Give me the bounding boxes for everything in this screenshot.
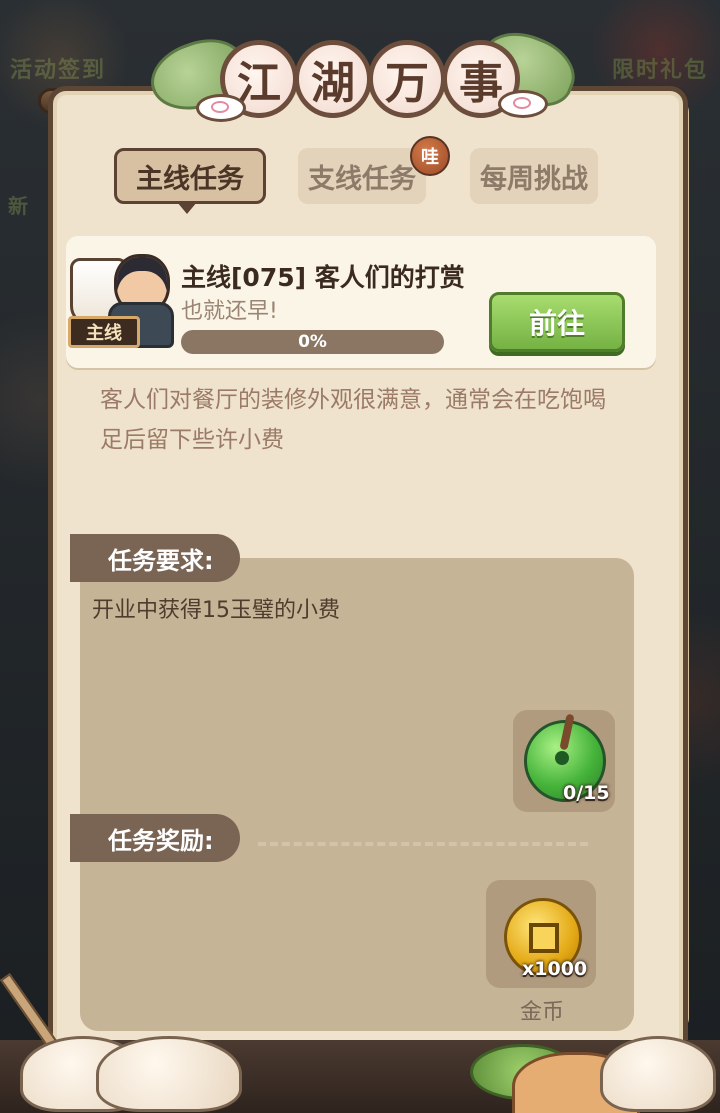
title-char-2: 湖 bbox=[294, 40, 372, 118]
tab-side-quest[interactable]: 支线任务 bbox=[298, 148, 426, 204]
quest-description: 客人们对餐厅的装修外观很满意，通常会在吃饱喝足后留下些许小费 bbox=[100, 387, 606, 453]
reward-divider bbox=[258, 842, 588, 846]
tab-weekly-challenge[interactable]: 每周挑战 bbox=[470, 148, 598, 204]
main-quest-tag: 主线 bbox=[68, 316, 140, 348]
fishcake-left-decoration bbox=[196, 94, 246, 122]
title-banner: 江 湖 万 事 bbox=[141, 20, 585, 128]
bg-limited-gift-label: 限时礼包 bbox=[612, 58, 709, 83]
reward-count: x1000 bbox=[522, 958, 588, 980]
go-button[interactable]: 前往 bbox=[489, 292, 625, 352]
game-screen: 活动签到 新 限时礼包 江 湖 万 事 主线任务 支线任务 哇 每周挑战 主线 … bbox=[0, 0, 720, 1113]
requirement-text: 开业中获得15玉璧的小费 bbox=[92, 598, 340, 623]
bun-decoration-center bbox=[96, 1036, 242, 1112]
quest-progress-bar: 0% bbox=[181, 330, 444, 354]
bg-new-label: 新 bbox=[8, 194, 30, 218]
reward-header: 任务奖励: bbox=[70, 814, 240, 862]
progress-text: 0% bbox=[298, 332, 327, 352]
side-quest-badge: 哇 bbox=[410, 136, 450, 176]
requirement-count: 0/15 bbox=[563, 782, 610, 804]
reward-label: 金币 bbox=[520, 1000, 565, 1025]
quest-title: 主线[075] 客人们的打赏 bbox=[181, 263, 465, 292]
fishcake-right-decoration bbox=[498, 90, 548, 118]
title-char-3: 万 bbox=[368, 40, 446, 118]
quest-subtitle: 也就还早! bbox=[181, 299, 278, 324]
active-tab-pointer bbox=[177, 202, 197, 214]
bg-event-signin-label: 活动签到 bbox=[10, 58, 107, 83]
bun-decoration-right bbox=[600, 1036, 716, 1112]
tab-main-quest[interactable]: 主线任务 bbox=[114, 148, 266, 204]
npc-portrait: 主线 bbox=[68, 254, 174, 352]
requirement-header: 任务要求: bbox=[70, 534, 240, 582]
